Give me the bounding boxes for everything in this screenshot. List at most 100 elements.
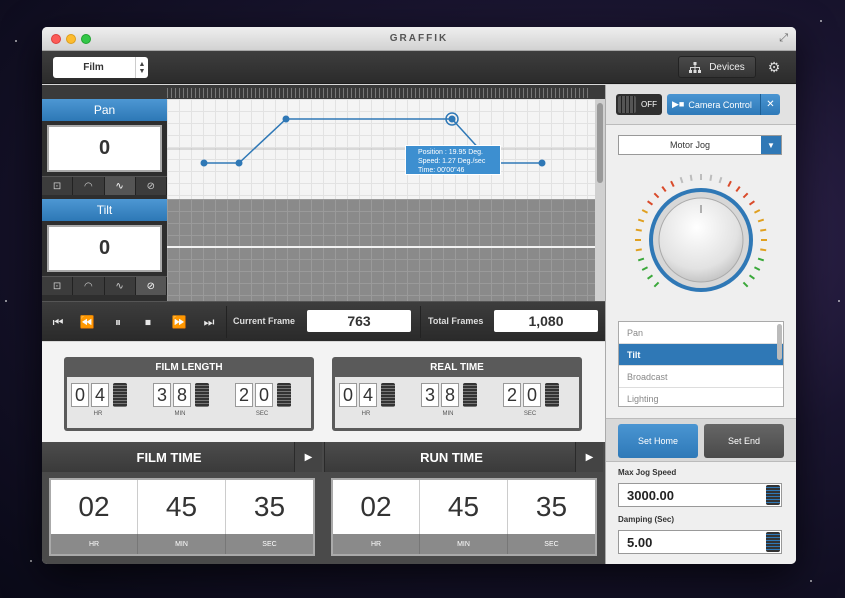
stepper-icon[interactable]: ▲ ▼ <box>135 57 148 78</box>
gear-icon[interactable]: ⚙ <box>762 56 786 78</box>
motor-mode-select[interactable]: Motor Jog ▼ <box>618 135 782 155</box>
set-home-button[interactable]: Set Home <box>618 424 698 458</box>
digit: 0 <box>339 383 357 407</box>
dial-tick <box>709 174 713 181</box>
dial-tick <box>748 200 755 206</box>
dial-tick <box>641 209 648 214</box>
mode-select-value: Film <box>83 62 104 73</box>
graph-tilt[interactable] <box>167 199 595 301</box>
play-icon[interactable]: ▶ <box>294 442 322 472</box>
digit-scroll-knob[interactable] <box>463 383 477 407</box>
axis-list-item[interactable]: Pan <box>619 322 783 344</box>
unit-label: SEC <box>255 411 269 417</box>
chevron-down-icon[interactable]: ▼ <box>761 136 781 154</box>
digit-scroll-knob[interactable] <box>545 383 559 407</box>
axis-tools-pan: ⊡ ◠ ∿ ⊘ <box>42 176 167 195</box>
axis-label-tilt[interactable]: Tilt <box>42 199 167 221</box>
film-time-title: FILM TIME <box>42 442 296 472</box>
run-time-sec: 35 <box>508 480 595 534</box>
power-toggle[interactable]: OFF <box>616 94 662 115</box>
mute-icon[interactable]: ⊘ <box>135 277 167 295</box>
real-time-title: REAL TIME <box>430 361 484 373</box>
mute-icon[interactable]: ⊘ <box>135 177 167 195</box>
digit: 0 <box>255 383 273 407</box>
run-time-hr: 02 <box>333 480 420 534</box>
dial-tick <box>754 209 761 214</box>
axis-value-tilt: 0 <box>47 225 162 272</box>
dial-tick <box>635 248 642 252</box>
pause-icon[interactable]: ⏸ <box>106 310 130 334</box>
mode-select[interactable]: Film ▲ ▼ <box>53 57 148 78</box>
digit: 4 <box>359 383 377 407</box>
timeline-area: Pan 0 ⊡ ◠ ∿ ⊘ Position: 19.95 Deg. Spee… <box>42 85 605 564</box>
total-frames-field[interactable]: 1,080 <box>494 310 598 332</box>
curve-icon[interactable]: ∿ <box>104 277 136 295</box>
film-time-min: 45 <box>138 480 226 534</box>
tilt-curve <box>167 246 595 248</box>
network-icon <box>689 61 702 73</box>
crop-icon[interactable]: ⊡ <box>42 277 74 295</box>
timeline-ruler[interactable] <box>167 88 591 98</box>
camera-control-button[interactable]: ▶■ Camera Control ✕ <box>667 94 780 115</box>
crop-icon[interactable]: ⊡ <box>42 177 74 195</box>
field-scroll-knob[interactable] <box>766 532 780 552</box>
current-frame-field[interactable]: 763 <box>307 310 411 332</box>
dial-tick <box>757 218 765 223</box>
devices-button[interactable]: Devices <box>678 56 756 78</box>
digit: 0 <box>71 383 89 407</box>
dial-tick <box>637 218 645 223</box>
digit: 4 <box>91 383 109 407</box>
unit-label: MIN <box>442 411 454 417</box>
set-end-button[interactable]: Set End <box>704 424 784 458</box>
max-jog-speed-label: Max Jog Speed <box>618 468 677 477</box>
axis-list-item-selected[interactable]: Tilt <box>619 344 783 366</box>
dial-tick <box>760 228 767 232</box>
rewind-icon[interactable]: ⏪ <box>75 310 99 334</box>
dial-tick <box>718 176 723 184</box>
unit-label: SEC <box>508 534 595 554</box>
jog-dial-area <box>606 165 796 315</box>
graph-pan[interactable]: Position : 19.95 Deg. Speed: 1.27 Deg./s… <box>167 99 595 199</box>
speed-icon[interactable]: ◠ <box>73 177 105 195</box>
unit-label: HR <box>333 534 420 554</box>
dial-tick <box>653 281 660 288</box>
tools-icon[interactable]: ✕ <box>760 94 780 115</box>
max-jog-speed-value: 3000.00 <box>627 487 674 503</box>
unit-label: SEC <box>523 411 537 417</box>
field-scroll-knob[interactable] <box>766 485 780 505</box>
film-time-display: 02 45 35 HR MIN SEC <box>49 478 315 556</box>
pan-curve <box>167 112 595 167</box>
dial-tick <box>760 248 767 252</box>
jog-dial[interactable] <box>606 165 796 315</box>
stop-icon[interactable]: ⏹ <box>136 310 160 334</box>
tooltip-position: Position : 19.95 Deg. <box>418 149 483 156</box>
max-jog-speed-field[interactable]: 3000.00 <box>618 483 782 507</box>
digit-scroll-knob[interactable] <box>381 383 395 407</box>
speed-icon[interactable]: ◠ <box>73 277 105 295</box>
fast-forward-icon[interactable]: ⏩ <box>167 310 191 334</box>
unit-label: HR <box>93 411 103 417</box>
digit-scroll-knob[interactable] <box>277 383 291 407</box>
graph-scrollbar[interactable] <box>595 99 605 301</box>
damping-field[interactable]: 5.00 <box>618 530 782 554</box>
keyframe-point[interactable] <box>282 115 290 123</box>
scrollbar-thumb[interactable] <box>597 103 603 183</box>
curve-icon[interactable]: ∿ <box>104 177 136 195</box>
keyframe-point[interactable] <box>538 159 546 167</box>
digit-scroll-knob[interactable] <box>195 383 209 407</box>
axis-label-pan[interactable]: Pan <box>42 99 167 121</box>
skip-end-icon[interactable]: ⏭ <box>197 310 221 334</box>
axis-value-pan: 0 <box>47 125 162 172</box>
dial-tick <box>635 228 642 232</box>
digit-scroll-knob[interactable] <box>113 383 127 407</box>
axis-list-item[interactable]: Broadcast <box>619 366 783 388</box>
skip-start-icon[interactable]: ⏮ <box>46 310 70 334</box>
play-icon[interactable]: ▶ <box>575 442 603 472</box>
keyframe-point[interactable] <box>235 159 243 167</box>
keyframe-point[interactable] <box>200 159 208 167</box>
fullscreen-icon[interactable]: ⤢ <box>779 32 788 45</box>
list-scrollbar[interactable] <box>777 324 782 360</box>
axis-list-item[interactable]: Lighting <box>619 388 783 406</box>
film-length-title: FILM LENGTH <box>155 361 223 373</box>
home-end-row: Set Home Set End <box>606 418 796 462</box>
